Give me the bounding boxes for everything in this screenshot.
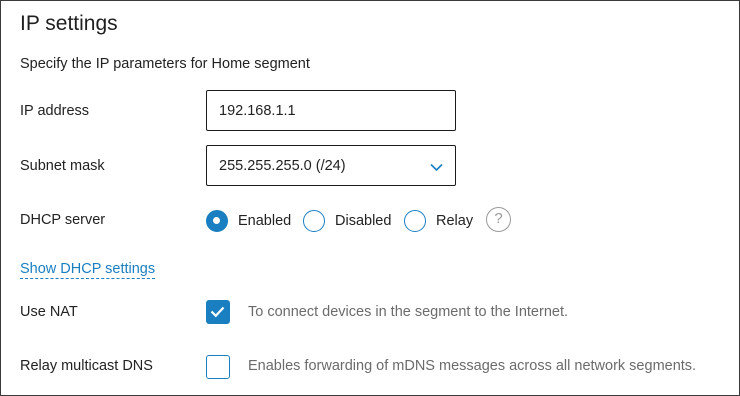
subnet-mask-value: 255.255.255.0 (/24) [219, 158, 346, 174]
show-dhcp-settings-link[interactable]: Show DHCP settings [20, 261, 156, 279]
dhcp-relay-label[interactable]: Relay [436, 213, 473, 229]
dhcp-enabled-radio[interactable] [206, 210, 228, 232]
help-icon[interactable]: ? [486, 207, 511, 232]
ip-address-input[interactable]: 192.168.1.1 [206, 90, 456, 131]
use-nat-label: Use NAT [20, 304, 78, 320]
dhcp-disabled-label[interactable]: Disabled [335, 213, 391, 229]
use-nat-hint: To connect devices in the segment to the… [248, 304, 568, 320]
relay-mdns-label: Relay multicast DNS [20, 358, 153, 374]
dhcp-enabled-label[interactable]: Enabled [238, 213, 291, 229]
relay-mdns-hint: Enables forwarding of mDNS messages acro… [248, 358, 697, 374]
dhcp-relay-radio[interactable] [404, 210, 426, 232]
subnet-mask-select[interactable]: 255.255.255.0 (/24) [206, 145, 456, 186]
ip-address-value: 192.168.1.1 [219, 103, 296, 119]
dhcp-server-label: DHCP server [20, 212, 106, 228]
ip-address-label: IP address [20, 103, 90, 119]
ip-settings-panel: IP settings Specify the IP parameters fo… [0, 0, 740, 396]
subnet-mask-label: Subnet mask [20, 158, 105, 174]
panel-subtitle: Specify the IP parameters for Home segme… [20, 56, 310, 72]
panel-title: IP settings [20, 12, 118, 35]
use-nat-checkbox[interactable] [206, 300, 230, 324]
chevron-down-icon [430, 160, 443, 176]
relay-mdns-checkbox[interactable] [206, 355, 230, 379]
checkmark-icon [210, 306, 225, 318]
dhcp-disabled-radio[interactable] [303, 210, 325, 232]
